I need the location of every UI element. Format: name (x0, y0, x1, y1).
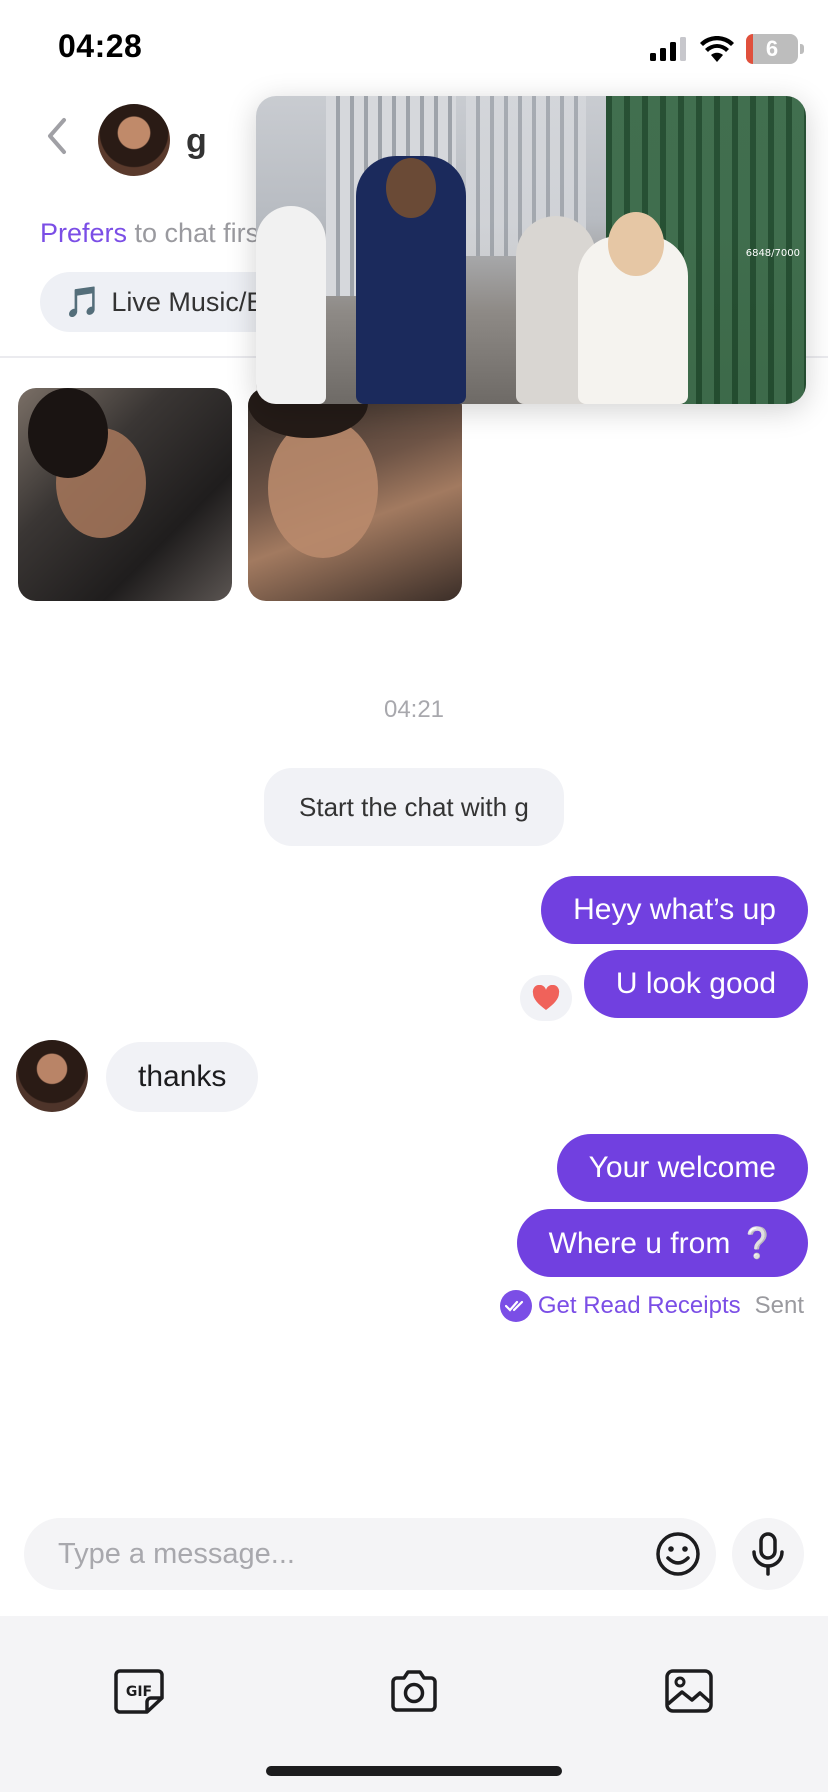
message-bubble-outgoing[interactable]: Heyy what’s up (541, 876, 808, 944)
battery-icon: 6 (746, 34, 804, 64)
read-receipts-row: Get Read Receipts Sent (499, 1290, 804, 1322)
svg-text:GIF: GIF (126, 1684, 152, 1700)
status-time: 04:28 (58, 28, 143, 64)
double-check-icon (499, 1290, 532, 1322)
message-bubble-outgoing[interactable]: U look good (583, 950, 808, 1018)
wifi-icon (700, 36, 734, 62)
prefers-label: Prefers (40, 218, 128, 248)
picture-in-picture-video[interactable]: 6848/7000 (256, 96, 806, 404)
profile-avatar[interactable] (98, 104, 170, 176)
cellular-signal-icon (650, 37, 686, 61)
message-input[interactable] (58, 1518, 618, 1590)
chat-preference-text: Prefers to chat first (40, 218, 267, 249)
prefers-rest: to chat first (127, 218, 267, 248)
message-composer (24, 1518, 716, 1590)
profile-photo-1[interactable] (18, 388, 232, 601)
back-chevron-icon[interactable] (42, 116, 72, 156)
heart-icon (532, 985, 560, 1010)
get-read-receipts-link[interactable]: Get Read Receipts (538, 1292, 741, 1320)
music-note-icon: 🎵 (64, 285, 102, 319)
profile-name[interactable]: g (186, 122, 207, 161)
image-gallery-icon[interactable] (664, 1668, 714, 1714)
sender-avatar[interactable] (16, 1040, 88, 1112)
camera-icon[interactable] (389, 1668, 439, 1714)
message-bubble-incoming[interactable]: thanks (106, 1042, 259, 1112)
message-bubble-outgoing[interactable]: Your welcome (556, 1134, 808, 1202)
video-counter: 6848/7000 (745, 248, 800, 259)
chat-timestamp: 04:21 (383, 696, 445, 723)
interest-chip-label: Live Music/Ev (111, 286, 278, 317)
emoji-icon[interactable] (654, 1530, 702, 1578)
system-message: Start the chat with g (264, 768, 564, 846)
message-bubble-outgoing[interactable]: Where u from ❔ (516, 1209, 808, 1277)
heart-reaction[interactable] (520, 975, 572, 1021)
profile-photo-2[interactable] (248, 388, 462, 601)
gif-icon[interactable]: GIF (114, 1668, 164, 1714)
status-icons: 6 (650, 34, 804, 64)
message-status: Sent (754, 1292, 804, 1319)
microphone-button[interactable] (732, 1518, 804, 1590)
microphone-icon (752, 1532, 784, 1576)
home-indicator[interactable] (266, 1766, 562, 1776)
